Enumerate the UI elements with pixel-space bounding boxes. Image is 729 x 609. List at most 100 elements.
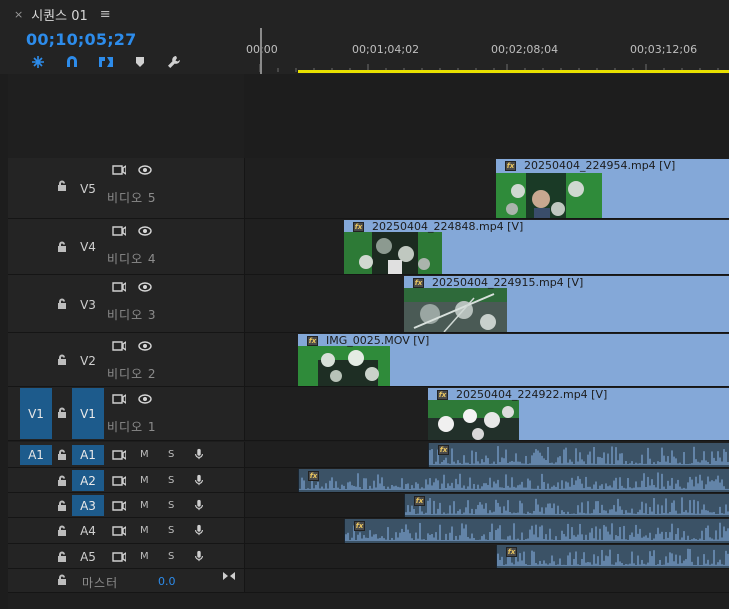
panel-menu-icon[interactable]: ≡ <box>100 7 111 22</box>
solo-button[interactable]: S <box>168 449 174 460</box>
go-to-end-icon[interactable] <box>222 570 236 582</box>
fx-badge-icon: fx <box>354 521 365 531</box>
video-clip[interactable]: fx 20250404_224922.mp4 [V] <box>428 388 729 440</box>
clip-thumbnail <box>344 232 442 274</box>
lock-icon[interactable] <box>56 298 68 310</box>
audio-clip[interactable]: fx <box>344 519 729 543</box>
microphone-icon[interactable] <box>192 550 206 562</box>
track-v1: V1 V1 비디오 1 fx 20250404_224922.mp4 [V] <box>0 387 729 441</box>
mute-button[interactable]: M <box>140 500 149 511</box>
ruler-label: 00;03;12;06 <box>630 43 698 56</box>
track-target-a4[interactable]: A4 <box>72 521 104 541</box>
video-clip[interactable]: fx 20250404_224915.mp4 [V] <box>404 276 729 332</box>
lock-icon[interactable] <box>56 551 68 563</box>
eye-icon[interactable] <box>138 164 152 176</box>
track-body-v4: fx 20250404_224848.mp4 [V] <box>244 219 729 275</box>
sync-lock-icon[interactable] <box>112 475 126 487</box>
solo-button[interactable]: S <box>168 500 174 511</box>
microphone-icon[interactable] <box>192 448 206 460</box>
master-volume-value[interactable]: 0.0 <box>158 575 176 588</box>
track-target-a3[interactable]: A3 <box>72 495 104 516</box>
eye-icon[interactable] <box>138 281 152 293</box>
source-patch-v1[interactable]: V1 <box>20 388 52 439</box>
sync-lock-icon[interactable] <box>112 525 126 537</box>
lock-icon[interactable] <box>56 449 68 461</box>
audio-clip[interactable]: fx <box>428 443 729 467</box>
audio-clip[interactable]: fx <box>298 469 729 492</box>
eye-icon[interactable] <box>138 340 152 352</box>
lock-icon[interactable] <box>56 574 68 586</box>
track-target-a2[interactable]: A2 <box>72 470 104 491</box>
clip-thumbnail <box>298 346 390 386</box>
source-patch-a1[interactable]: A1 <box>20 445 52 465</box>
track-target-v2[interactable]: V2 <box>72 352 104 370</box>
playhead-timecode[interactable]: 00;10;05;27 <box>26 30 136 49</box>
lock-icon[interactable] <box>56 241 68 253</box>
timeline-spacer <box>244 74 729 158</box>
sync-lock-icon[interactable] <box>112 449 126 461</box>
fx-badge-icon: fx <box>307 336 318 346</box>
track-target-v4[interactable]: V4 <box>72 238 104 256</box>
video-clip[interactable]: fx 20250404_224848.mp4 [V] <box>344 220 729 274</box>
track-v3: V3 비디오 3 fx 20250404_224915.mp4 [V] <box>0 275 729 333</box>
eye-icon[interactable] <box>138 225 152 237</box>
track-header-a2: A2 M S <box>8 468 244 493</box>
wrench-icon[interactable] <box>164 55 184 69</box>
lock-icon[interactable] <box>56 475 68 487</box>
track-target-a1[interactable]: A1 <box>72 445 104 465</box>
playhead[interactable] <box>260 28 262 74</box>
sync-lock-icon[interactable] <box>112 500 126 512</box>
lock-icon[interactable] <box>56 354 68 366</box>
lock-icon[interactable] <box>56 500 68 512</box>
linked-selection-icon[interactable] <box>96 55 116 69</box>
track-name-label: 비디오 1 <box>107 420 157 434</box>
snap-insert-icon[interactable] <box>28 55 48 69</box>
time-ruler[interactable]: 00;00 00;01;04;02 00;02;08;04 00;03;12;0… <box>244 28 729 74</box>
microphone-icon[interactable] <box>192 524 206 536</box>
track-header-a5: A5 M S <box>8 544 244 569</box>
lock-icon[interactable] <box>56 180 68 192</box>
ruler-label: 00;02;08;04 <box>491 43 559 56</box>
sync-lock-icon[interactable] <box>112 340 126 352</box>
lock-icon[interactable] <box>56 407 68 419</box>
sequence-tab-title[interactable]: 시퀀스 01 <box>31 5 88 24</box>
mute-button[interactable]: M <box>140 525 149 536</box>
master-label: 마스터 <box>82 576 119 590</box>
track-target-v1[interactable]: V1 <box>72 388 104 439</box>
sync-lock-icon[interactable] <box>112 225 126 237</box>
video-clip[interactable]: fx 20250404_224954.mp4 [V] <box>496 159 729 218</box>
track-target-v5[interactable]: V5 <box>72 180 104 198</box>
fx-badge-icon: fx <box>413 278 424 288</box>
solo-button[interactable]: S <box>168 525 174 536</box>
marker-icon[interactable] <box>130 55 150 69</box>
track-body-a1: fx <box>244 442 729 468</box>
video-clip[interactable]: fx IMG_0025.MOV [V] <box>298 334 729 386</box>
solo-button[interactable]: S <box>168 551 174 562</box>
clip-thumbnail <box>404 288 507 332</box>
work-area-bar[interactable] <box>298 70 729 73</box>
audio-clip[interactable]: fx <box>496 545 729 568</box>
magnet-icon[interactable] <box>62 55 82 69</box>
sync-lock-icon[interactable] <box>112 164 126 176</box>
fx-badge-icon: fx <box>353 222 364 232</box>
clip-name: 20250404_224922.mp4 [V] <box>456 388 608 401</box>
sync-lock-icon[interactable] <box>112 393 126 405</box>
audio-clip[interactable]: fx <box>404 494 729 517</box>
track-target-a5[interactable]: A5 <box>72 546 104 567</box>
fx-badge-icon: fx <box>414 496 425 506</box>
lock-icon[interactable] <box>56 525 68 537</box>
mute-button[interactable]: M <box>140 551 149 562</box>
microphone-icon[interactable] <box>192 474 206 486</box>
microphone-icon[interactable] <box>192 499 206 511</box>
track-header-v2: V2 비디오 2 <box>8 333 244 387</box>
track-target-v3[interactable]: V3 <box>72 296 104 314</box>
eye-icon[interactable] <box>138 393 152 405</box>
fx-badge-icon: fx <box>506 547 517 557</box>
track-a1: A1 A1 M S fx <box>0 442 729 468</box>
close-tab-icon[interactable]: × <box>14 8 23 21</box>
sync-lock-icon[interactable] <box>112 281 126 293</box>
sync-lock-icon[interactable] <box>112 551 126 563</box>
mute-button[interactable]: M <box>140 449 149 460</box>
solo-button[interactable]: S <box>168 475 174 486</box>
mute-button[interactable]: M <box>140 475 149 486</box>
